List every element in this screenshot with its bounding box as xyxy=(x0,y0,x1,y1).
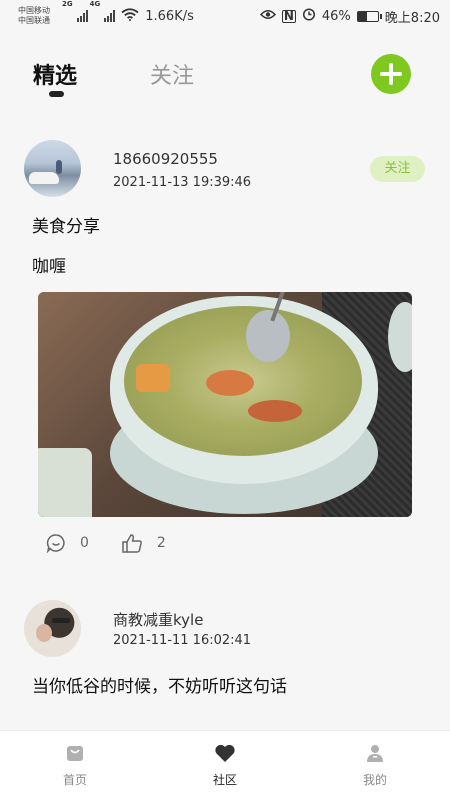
post-title: 美食分享 xyxy=(32,217,100,237)
wifi-icon xyxy=(121,7,139,25)
carrier-1: 中国移动 xyxy=(18,6,50,15)
post-timestamp: 2021-11-11 16:02:41 xyxy=(113,633,252,648)
header: 精选 关注 xyxy=(0,32,450,116)
nfc-icon: N xyxy=(281,8,296,23)
image-shrimp xyxy=(248,400,302,422)
avatar-glasses xyxy=(52,618,70,623)
nav-profile-label: 我的 xyxy=(362,773,387,787)
nav-home[interactable]: 首页 xyxy=(0,731,150,800)
comment-count: 0 xyxy=(80,535,89,551)
post-username[interactable]: 商教减重kyle xyxy=(113,609,203,630)
image-shrimp xyxy=(206,370,254,396)
tab-featured[interactable]: 精选 xyxy=(33,58,77,90)
post-image[interactable] xyxy=(38,292,412,517)
avatar[interactable] xyxy=(24,600,81,657)
nav-community[interactable]: 社区 xyxy=(150,731,300,800)
image-pumpkin xyxy=(136,364,170,392)
carrier-info: 中国移动 中国联通 xyxy=(18,6,60,26)
post-username[interactable]: 18660920555 xyxy=(113,150,218,168)
tab-following[interactable]: 关注 xyxy=(150,58,194,90)
post-actions: 0 2 xyxy=(46,530,166,556)
post-text: 咖喱 xyxy=(32,257,66,277)
carrier-2: 中国联通 xyxy=(18,16,50,25)
comment-icon xyxy=(46,533,66,553)
alarm-icon xyxy=(302,7,316,25)
clock: 晚上8:20 xyxy=(384,10,440,26)
signal-icon xyxy=(76,10,88,22)
bag-icon xyxy=(65,743,85,767)
post-title: 当你低谷的时候，不妨听听这句话 xyxy=(32,677,287,697)
battery-percent: 46% xyxy=(321,8,351,24)
network-type-2: 4G xyxy=(89,0,101,8)
image-spoon xyxy=(246,310,290,362)
user-icon xyxy=(365,743,385,767)
follow-button[interactable]: 关注 xyxy=(370,156,425,182)
image-plate xyxy=(38,448,92,517)
nav-home-label: 首页 xyxy=(62,773,87,787)
battery-fill xyxy=(357,11,367,21)
like-button[interactable]: 2 xyxy=(121,533,166,553)
post-timestamp: 2021-11-13 19:39:46 xyxy=(113,175,252,190)
avatar[interactable] xyxy=(24,140,81,197)
nav-profile[interactable]: 我的 xyxy=(300,731,450,800)
comment-button[interactable]: 0 xyxy=(46,533,89,553)
like-count: 2 xyxy=(156,535,166,551)
battery-icon xyxy=(356,10,382,22)
bottom-nav: 首页 社区 我的 xyxy=(0,730,450,800)
nav-community-label: 社区 xyxy=(212,773,237,787)
post-card[interactable]: 商教减重kyle 2021-11-11 16:02:41 当你低谷的时候，不妨听… xyxy=(0,590,450,730)
tab-indicator xyxy=(49,91,64,97)
status-bar: 中国移动 中国联通 2G 4G 1.66K/s N 46% 晚上8:20 xyxy=(0,0,450,32)
add-post-button[interactable] xyxy=(371,54,411,94)
net-speed: 1.66K/s xyxy=(145,8,194,24)
eye-icon xyxy=(259,9,276,24)
avatar-person xyxy=(56,160,62,174)
signal-icon xyxy=(104,10,116,22)
avatar-car xyxy=(29,172,59,184)
heart-icon xyxy=(214,743,236,767)
network-type-1: 2G xyxy=(62,0,73,8)
thumbs-up-icon xyxy=(121,533,143,553)
avatar-face xyxy=(36,624,52,642)
post-card[interactable]: 18660920555 2021-11-13 19:39:46 关注 美食分享 … xyxy=(0,126,450,570)
